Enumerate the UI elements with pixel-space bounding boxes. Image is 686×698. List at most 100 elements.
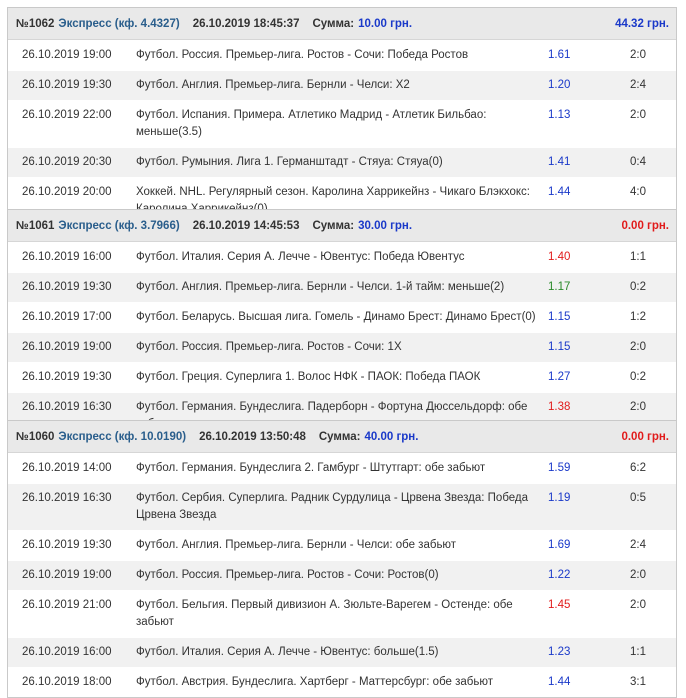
bet-number: №1060 (16, 430, 55, 443)
event-date: 26.10.2019 19:00 (22, 341, 112, 353)
event-description: Футбол. Греция. Суперлига 1. Волос НФК -… (136, 371, 481, 383)
event-date: 26.10.2019 16:30 (22, 492, 112, 504)
bet-card: №1061 Экспресс (кф. 3.7966) 26.10.2019 1… (7, 209, 677, 440)
event-odds: 1.61 (548, 49, 571, 61)
bet-result: 0.00 грн. (621, 430, 669, 443)
event-date: 26.10.2019 20:30 (22, 156, 112, 168)
event-odds: 1.69 (548, 539, 571, 551)
event-score: 0:5 (630, 492, 646, 504)
event-date: 26.10.2019 19:30 (22, 281, 112, 293)
event-date: 26.10.2019 14:00 (22, 462, 112, 474)
bet-sum-label: Сумма: (312, 17, 355, 30)
bet-row: 26.10.2019 20:30 Футбол. Румыния. Лига 1… (8, 147, 676, 177)
event-odds: 1.23 (548, 646, 571, 658)
bet-type-link[interactable]: Экспресс (кф. 10.0190) (58, 431, 186, 443)
bet-sum-value: 30.00 грн. (358, 219, 413, 232)
bet-row: 26.10.2019 18:00 Футбол. Австрия. Бундес… (8, 667, 676, 697)
event-score: 2:0 (630, 109, 646, 121)
bet-row: 26.10.2019 19:00 Футбол. Россия. Премьер… (8, 560, 676, 590)
event-description: Футбол. Бельгия. Первый дивизион А. Зюль… (136, 599, 513, 628)
event-odds: 1.59 (548, 462, 571, 474)
bet-number: №1061 (16, 219, 55, 232)
event-odds: 1.22 (548, 569, 571, 581)
bet-row: 26.10.2019 16:00 Футбол. Италия. Серия А… (8, 637, 676, 667)
event-score: 2:0 (630, 401, 646, 413)
event-description: Футбол. Россия. Премьер-лига. Ростов - С… (136, 49, 469, 61)
event-date: 26.10.2019 19:00 (22, 569, 112, 581)
event-date: 26.10.2019 19:30 (22, 371, 112, 383)
event-odds: 1.15 (548, 341, 571, 353)
bet-datetime: 26.10.2019 18:45:37 (192, 17, 300, 30)
event-score: 2:0 (630, 341, 646, 353)
event-date: 26.10.2019 19:30 (22, 539, 112, 551)
event-date: 26.10.2019 16:30 (22, 401, 112, 413)
bet-number: №1062 (16, 17, 55, 30)
event-description: Футбол. Италия. Серия А. Лечче - Ювентус… (136, 251, 465, 263)
bet-type-link[interactable]: Экспресс (кф. 4.4327) (58, 18, 179, 30)
event-odds: 1.44 (548, 676, 571, 688)
bet-row: 26.10.2019 21:00 Футбол. Бельгия. Первый… (8, 590, 676, 637)
event-description: Футбол. Англия. Премьер-лига. Бернли - Ч… (136, 539, 457, 551)
event-odds: 1.17 (548, 281, 571, 293)
event-description: Футбол. Италия. Серия А. Лечче - Ювентус… (136, 646, 439, 658)
event-description: Футбол. Россия. Премьер-лига. Ростов - С… (136, 569, 439, 581)
bet-row: 26.10.2019 16:30 Футбол. Сербия. Суперли… (8, 483, 676, 530)
bet-row: 26.10.2019 22:00 Футбол. Испания. Пример… (8, 100, 676, 147)
bet-card: №1062 Экспресс (кф. 4.4327) 26.10.2019 1… (7, 7, 677, 225)
event-score: 4:0 (630, 186, 646, 198)
bet-row: 26.10.2019 14:00 Футбол. Германия. Бунде… (8, 453, 676, 483)
event-date: 26.10.2019 21:00 (22, 599, 112, 611)
event-date: 26.10.2019 19:30 (22, 79, 112, 91)
event-date: 26.10.2019 22:00 (22, 109, 112, 121)
event-odds: 1.38 (548, 401, 571, 413)
event-score: 1:1 (630, 251, 646, 263)
event-odds: 1.19 (548, 492, 571, 504)
bet-row: 26.10.2019 19:30 Футбол. Греция. Суперли… (8, 362, 676, 392)
event-odds: 1.27 (548, 371, 571, 383)
event-description: Футбол. Румыния. Лига 1. Германштадт - С… (136, 156, 443, 168)
event-score: 2:4 (630, 539, 646, 551)
bet-row: 26.10.2019 19:30 Футбол. Англия. Премьер… (8, 70, 676, 100)
event-odds: 1.41 (548, 156, 571, 168)
event-score: 0:2 (630, 371, 646, 383)
event-date: 26.10.2019 16:00 (22, 251, 112, 263)
bet-result: 0.00 грн. (621, 219, 669, 232)
bet-header: №1061 Экспресс (кф. 3.7966) 26.10.2019 1… (8, 210, 676, 242)
event-score: 1:1 (630, 646, 646, 658)
event-description: Футбол. Германия. Бундеслига 2. Гамбург … (136, 462, 486, 474)
event-score: 3:1 (630, 676, 646, 688)
event-score: 1:2 (630, 311, 646, 323)
event-odds: 1.45 (548, 599, 571, 611)
event-date: 26.10.2019 19:00 (22, 49, 112, 61)
bet-type-link[interactable]: Экспресс (кф. 3.7966) (58, 220, 179, 232)
bet-header: №1060 Экспресс (кф. 10.0190) 26.10.2019 … (8, 421, 676, 453)
event-score: 2:4 (630, 79, 646, 91)
event-description: Футбол. Сербия. Суперлига. Радник Сурдул… (136, 492, 529, 521)
event-odds: 1.40 (548, 251, 571, 263)
event-score: 2:0 (630, 49, 646, 61)
bet-datetime: 26.10.2019 13:50:48 (199, 430, 306, 443)
bet-card: №1060 Экспресс (кф. 10.0190) 26.10.2019 … (7, 420, 677, 698)
bet-row: 26.10.2019 19:00 Футбол. Россия. Премьер… (8, 332, 676, 362)
event-odds: 1.15 (548, 311, 571, 323)
event-description: Футбол. Испания. Примера. Атлетико Мадри… (136, 109, 487, 138)
bet-sum-value: 10.00 грн. (358, 17, 413, 30)
bet-sum-label: Сумма: (312, 219, 355, 232)
bet-row: 26.10.2019 19:30 Футбол. Англия. Премьер… (8, 272, 676, 302)
event-score: 0:2 (630, 281, 646, 293)
bet-row: 26.10.2019 17:00 Футбол. Беларусь. Высша… (8, 302, 676, 332)
bet-header: №1062 Экспресс (кф. 4.4327) 26.10.2019 1… (8, 8, 676, 40)
event-date: 26.10.2019 16:00 (22, 646, 112, 658)
event-score: 2:0 (630, 569, 646, 581)
event-score: 6:2 (630, 462, 646, 474)
event-odds: 1.13 (548, 109, 571, 121)
event-date: 26.10.2019 20:00 (22, 186, 112, 198)
event-odds: 1.20 (548, 79, 571, 91)
event-description: Футбол. Англия. Премьер-лига. Бернли - Ч… (136, 79, 410, 91)
event-description: Футбол. Беларусь. Высшая лига. Гомель - … (136, 311, 536, 323)
event-odds: 1.44 (548, 186, 571, 198)
event-description: Футбол. Россия. Премьер-лига. Ростов - С… (136, 341, 402, 353)
bet-sum-label: Сумма: (318, 430, 361, 443)
event-description: Футбол. Англия. Премьер-лига. Бернли - Ч… (136, 281, 505, 293)
bet-row: 26.10.2019 16:00 Футбол. Италия. Серия А… (8, 242, 676, 272)
